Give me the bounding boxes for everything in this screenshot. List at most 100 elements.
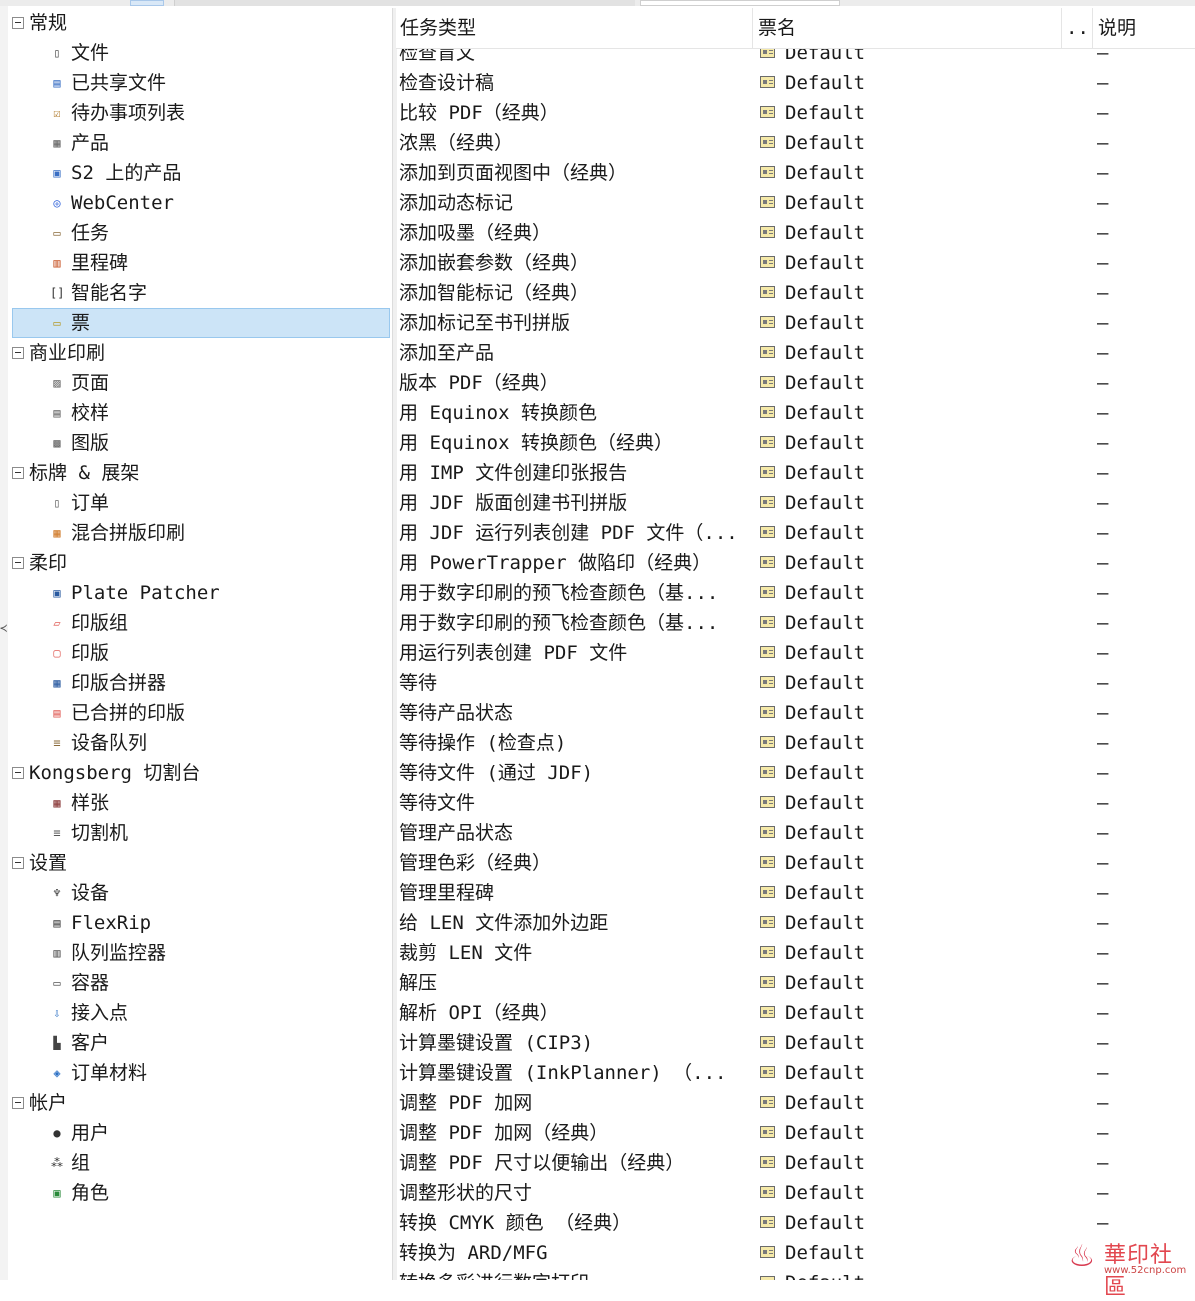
table-row[interactable]: 用 Equinox 转换颜色 Default – [396, 398, 1195, 428]
table-row[interactable]: 比较 PDF（经典） Default – [396, 98, 1195, 128]
tree-item[interactable]: ▤ 校样 [8, 398, 392, 428]
tree-section[interactable]: 帐户 [8, 1088, 392, 1118]
device-plug-icon: ♆ [53, 886, 61, 900]
tree-section[interactable]: 标牌 & 展架 [8, 458, 392, 488]
tree-item[interactable]: ▣ S2 上的产品 [8, 158, 392, 188]
table-row[interactable]: 管理里程碑 Default – [396, 878, 1195, 908]
collapse-toggle-icon[interactable] [12, 857, 24, 869]
column-header-more[interactable]: .. [1063, 8, 1093, 48]
tree-item[interactable]: ▦ 混合拼版印刷 [8, 518, 392, 548]
table-row[interactable]: 浓黑（经典） Default – [396, 128, 1195, 158]
tree-item[interactable]: ≡ 切割机 [8, 818, 392, 848]
table-row[interactable]: 添加标记至书刊拼版 Default – [396, 308, 1195, 338]
table-row[interactable]: 用于数字印刷的预飞检查颜色（基... Default – [396, 608, 1195, 638]
table-row[interactable]: 添加至产品 Default – [396, 338, 1195, 368]
collapse-toggle-icon[interactable] [12, 347, 24, 359]
tree-item[interactable]: ♆ 设备 [8, 878, 392, 908]
collapse-toggle-icon[interactable] [12, 467, 24, 479]
tree-item[interactable]: ▣ 角色 [8, 1178, 392, 1208]
tree-item[interactable]: ⁂ 组 [8, 1148, 392, 1178]
tree-item[interactable]: ≡ 设备队列 [8, 728, 392, 758]
tree-item[interactable]: ☑ 待办事项列表 [8, 98, 392, 128]
tree-item[interactable]: ◈ 订单材料 [8, 1058, 392, 1088]
tree-item[interactable]: ▤ FlexRip [8, 908, 392, 938]
tree-section[interactable]: 常规 [8, 8, 392, 38]
tree-item[interactable]: ▯ 订单 [8, 488, 392, 518]
table-row[interactable]: 调整 PDF 加网（经典） Default – [396, 1118, 1195, 1148]
table-row[interactable]: 添加智能标记（经典） Default – [396, 278, 1195, 308]
table-row[interactable]: 等待文件 Default – [396, 788, 1195, 818]
tree-item[interactable]: ▦ 印版合拼器 [8, 668, 392, 698]
column-header-task-type[interactable]: 任务类型 [396, 8, 753, 48]
tree-item[interactable]: ▱ 印版组 [8, 608, 392, 638]
tree-item[interactable]: [] 智能名字 [8, 278, 392, 308]
task-type-cell: 调整形状的尺寸 [399, 1182, 533, 1204]
table-row[interactable]: 解压 Default – [396, 968, 1195, 998]
tree-item[interactable]: ▩ 图版 [8, 428, 392, 458]
tree-item[interactable]: ▭ 任务 [8, 218, 392, 248]
tree-section[interactable]: Kongsberg 切割台 [8, 758, 392, 788]
table-row[interactable]: 检查设计稿 Default – [396, 68, 1195, 98]
search-box[interactable] [640, 0, 840, 6]
table-row[interactable]: 调整形状的尺寸 Default – [396, 1178, 1195, 1208]
tree-item-label: 任务 [71, 222, 110, 244]
table-row[interactable]: 添加到页面视图中（经典） Default – [396, 158, 1195, 188]
table-row[interactable]: 等待操作 (检查点) Default – [396, 728, 1195, 758]
table-row[interactable]: 用 Equinox 转换颜色（经典） Default – [396, 428, 1195, 458]
table-row[interactable]: 调整 PDF 尺寸以便输出（经典） Default – [396, 1148, 1195, 1178]
tree-item[interactable]: ▣ Plate Patcher [8, 578, 392, 608]
tree-item[interactable]: ▭ 容器 [8, 968, 392, 998]
table-row[interactable]: 用运行列表创建 PDF 文件 Default – [396, 638, 1195, 668]
table-row[interactable]: 裁剪 LEN 文件 Default – [396, 938, 1195, 968]
table-row[interactable]: 计算墨键设置 (InkPlanner) （... Default – [396, 1058, 1195, 1088]
tree-item[interactable]: ● 用户 [8, 1118, 392, 1148]
table-row[interactable]: 解析 OPI（经典） Default – [396, 998, 1195, 1028]
collapse-toggle-icon[interactable] [12, 1097, 24, 1109]
collapse-toggle-icon[interactable] [12, 557, 24, 569]
table-row[interactable]: 管理产品状态 Default – [396, 818, 1195, 848]
tree-item[interactable]: ▥ 里程碑 [8, 248, 392, 278]
collapse-toggle-icon[interactable] [12, 17, 24, 29]
tree-item[interactable]: ⇩ 接入点 [8, 998, 392, 1028]
tree-item[interactable]: ▤ 已合拼的印版 [8, 698, 392, 728]
table-row[interactable]: 添加吸墨（经典） Default – [396, 218, 1195, 248]
tree-item-label: S2 上的产品 [71, 162, 182, 184]
tree-item-label: 图版 [71, 432, 110, 454]
tree-item[interactable]: ▙ 客户 [8, 1028, 392, 1058]
tree-section[interactable]: 柔印 [8, 548, 392, 578]
table-row[interactable]: 给 LEN 文件添加外边距 Default – [396, 908, 1195, 938]
table-row[interactable]: 等待文件 (通过 JDF) Default – [396, 758, 1195, 788]
table-row[interactable]: 等待 Default – [396, 668, 1195, 698]
table-row[interactable]: 用 PowerTrapper 做陷印（经典） Default – [396, 548, 1195, 578]
tree-item[interactable]: ▤ 已共享文件 [8, 68, 392, 98]
tree-item[interactable]: ▥ 队列监控器 [8, 938, 392, 968]
tree-item[interactable]: ▦ 样张 [8, 788, 392, 818]
table-row[interactable]: 添加动态标记 Default – [396, 188, 1195, 218]
toolbar-tab-active[interactable] [130, 0, 164, 6]
tree-item[interactable]: ▯ 文件 [8, 38, 392, 68]
tree-section[interactable]: 设置 [8, 848, 392, 878]
collapse-toggle-icon[interactable] [12, 767, 24, 779]
tree-item[interactable]: ▭ 票 [12, 308, 390, 338]
tree-section[interactable]: 商业印刷 [8, 338, 392, 368]
tree-item[interactable]: ▢ 印版 [8, 638, 392, 668]
table-row[interactable]: 用 JDF 运行列表创建 PDF 文件（... Default – [396, 518, 1195, 548]
column-header-description[interactable]: 说明 [1094, 8, 1195, 48]
tree-item[interactable]: ◎ WebCenter [8, 188, 392, 218]
table-row[interactable]: 用 IMP 文件创建印张报告 Default – [396, 458, 1195, 488]
table-row[interactable]: 添加嵌套参数（经典） Default – [396, 248, 1195, 278]
table-row[interactable]: 计算墨键设置 (CIP3) Default – [396, 1028, 1195, 1058]
table-row[interactable]: 调整 PDF 加网 Default – [396, 1088, 1195, 1118]
table-row[interactable]: 检查盲文 Default – [396, 49, 1195, 68]
tree-item[interactable]: ▦ 产品 [8, 128, 392, 158]
table-row[interactable]: 用 JDF 版面创建书刊拼版 Default – [396, 488, 1195, 518]
description-cell: – [1097, 942, 1109, 964]
table-row[interactable]: 转换 CMYK 颜色 （经典） Default – [396, 1208, 1195, 1238]
table-row[interactable]: 等待产品状态 Default – [396, 698, 1195, 728]
tree-item[interactable]: ▨ 页面 [8, 368, 392, 398]
column-header-ticket-name[interactable]: 票名 [754, 8, 1062, 48]
collapse-handle-icon[interactable]: ≺ [0, 621, 7, 635]
table-row[interactable]: 版本 PDF（经典） Default – [396, 368, 1195, 398]
table-row[interactable]: 用于数字印刷的预飞检查颜色（基... Default – [396, 578, 1195, 608]
table-row[interactable]: 管理色彩（经典） Default – [396, 848, 1195, 878]
